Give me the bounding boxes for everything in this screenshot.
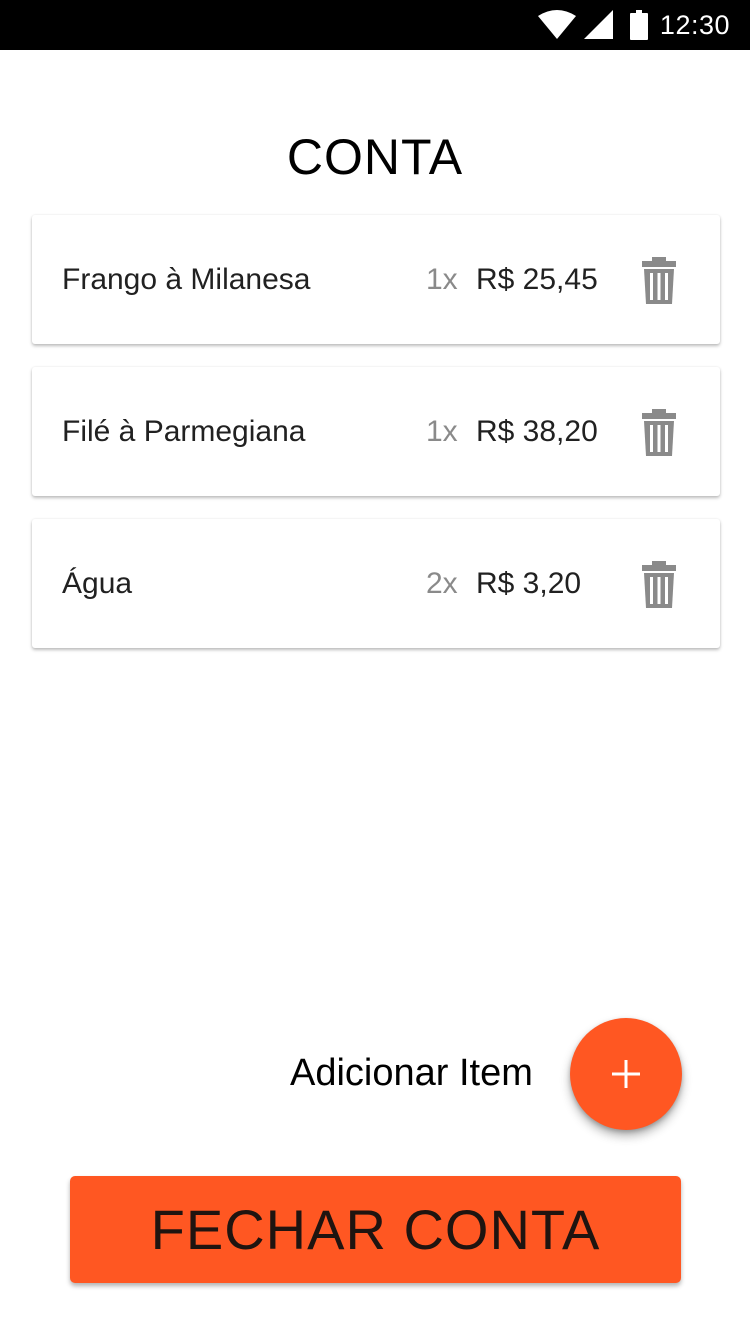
trash-icon[interactable] [640,257,678,305]
item-price: R$ 25,45 [476,263,598,296]
add-item-label: Adicionar Item [290,1052,533,1094]
page-title: CONTA [286,129,464,185]
trash-icon[interactable] [640,409,678,457]
signal-icon [583,10,614,40]
status-clock: 12:30 [659,9,730,40]
list-item: Filé à Parmegiana 1x R$ 38,20 [32,367,720,496]
list-item: Frango à Milanesa 1x R$ 25,45 [32,215,720,344]
plus-icon [612,1060,640,1088]
status-icons: 12:30 [537,0,730,50]
trash-icon[interactable] [640,561,678,609]
item-name: Frango à Milanesa [62,263,311,296]
item-quantity: 2x [426,567,458,600]
list-item: Água 2x R$ 3,20 [32,519,720,648]
status-bar: 12:30 [0,0,750,50]
item-price: R$ 3,20 [476,567,582,600]
item-name: Água [62,567,133,600]
close-bill-button[interactable]: FECHAR CONTA [70,1176,681,1283]
add-item-button[interactable] [570,1018,682,1130]
item-quantity: 1x [426,263,458,296]
wifi-icon [537,10,576,40]
item-quantity: 1x [426,415,458,448]
battery-icon [629,10,648,40]
item-price: R$ 38,20 [476,415,598,448]
item-name: Filé à Parmegiana [62,415,306,448]
